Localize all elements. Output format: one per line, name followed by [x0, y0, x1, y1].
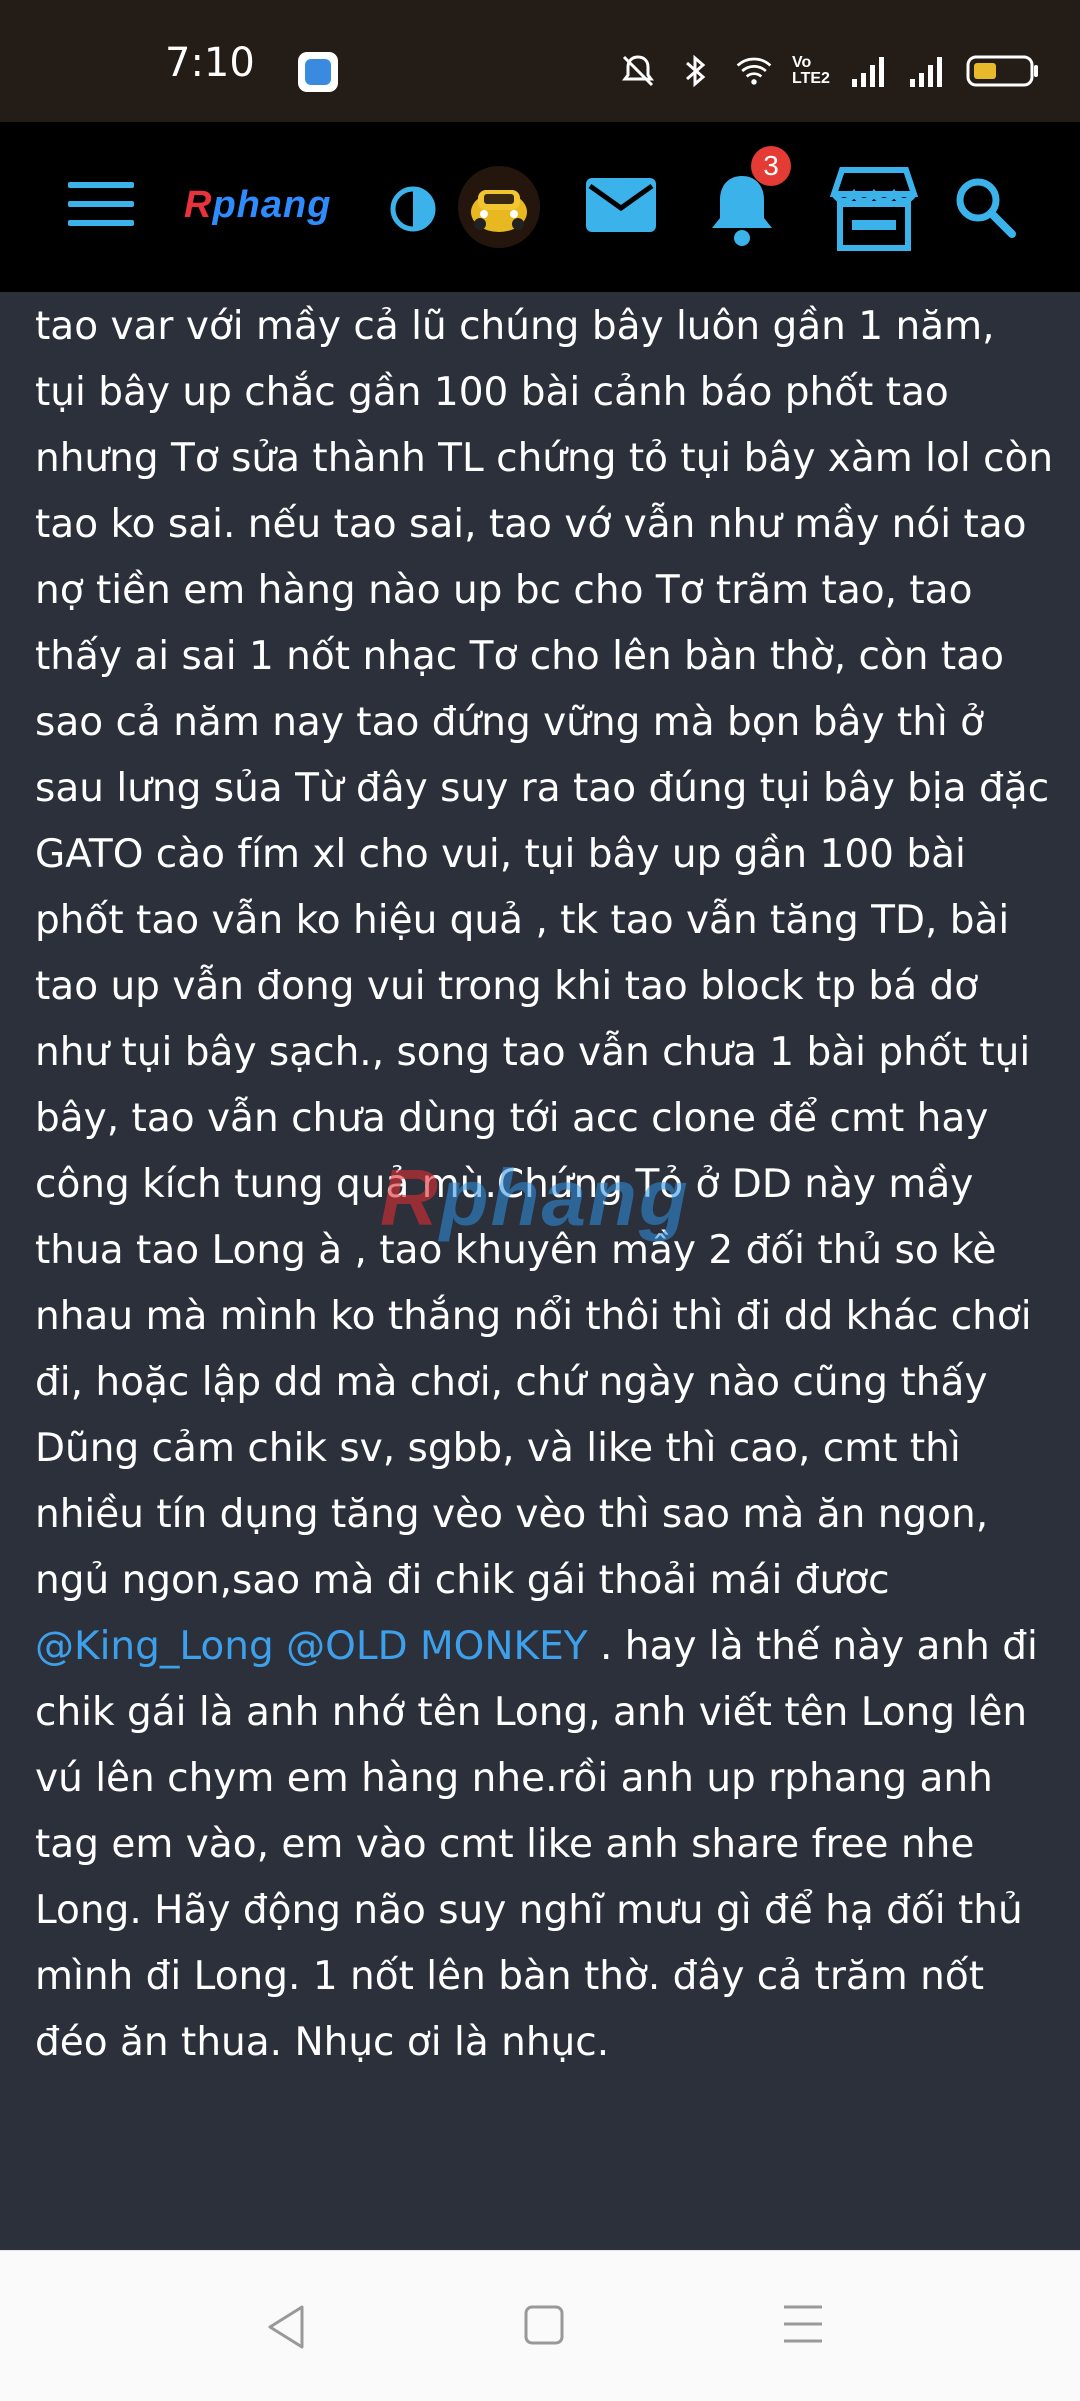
store-icon[interactable]	[826, 164, 922, 254]
signal-icon	[908, 51, 948, 91]
volte-icon: Vo LTE2	[792, 54, 830, 87]
status-bar: 7:10 Vo LTE2	[0, 0, 1080, 122]
signal-icon	[850, 51, 890, 91]
mention-king-long[interactable]: @King_Long	[35, 1624, 274, 1669]
back-icon[interactable]	[262, 2301, 314, 2353]
avatar[interactable]	[458, 166, 540, 248]
status-icons: Vo LTE2	[618, 48, 1040, 94]
recents-icon[interactable]	[780, 2301, 826, 2347]
battery-icon	[966, 51, 1040, 91]
post-text-part-1: tao var với mầy cả lũ chúng bây luôn gần…	[35, 304, 1054, 1603]
notification-badge: 3	[751, 146, 791, 186]
home-icon[interactable]	[520, 2301, 568, 2349]
top-navigation-bar: Rphang 3	[0, 122, 1080, 292]
mention-old-monkey[interactable]: @OLD MONKEY	[286, 1624, 587, 1669]
mail-icon[interactable]	[584, 174, 658, 238]
status-time: 7:10	[165, 40, 255, 86]
watermark-logo: Rphang	[380, 1153, 690, 1242]
menu-icon[interactable]	[68, 182, 134, 232]
app-notification-icon	[298, 52, 338, 92]
system-navigation-bar	[0, 2250, 1080, 2401]
site-logo[interactable]: Rphang	[184, 184, 331, 227]
post-content: tao var với mầy cả lũ chúng bây luôn gần…	[0, 292, 1080, 2250]
mute-icon	[618, 51, 658, 91]
bluetooth-icon	[676, 51, 716, 91]
search-icon[interactable]	[950, 172, 1020, 242]
wifi-icon	[734, 51, 774, 91]
post-text-part-2: . hay là thế này anh đi chik gái là anh …	[35, 1624, 1038, 2065]
contrast-icon[interactable]	[388, 184, 438, 234]
